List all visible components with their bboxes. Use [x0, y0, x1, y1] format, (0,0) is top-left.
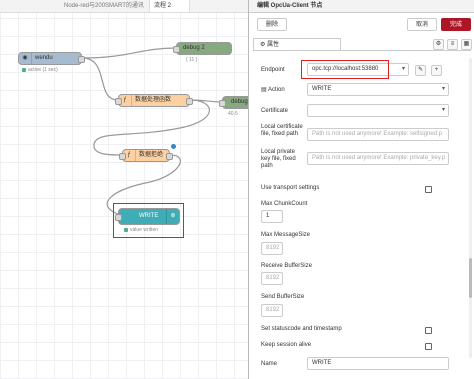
statuscode-checkbox[interactable] [425, 327, 432, 334]
action-label: ▤ Action [261, 87, 285, 93]
description-icon[interactable]: ≡ [447, 39, 458, 50]
function-icon: ƒ [123, 150, 136, 161]
inject-output-port[interactable] [78, 56, 85, 63]
max-chunk-label: Max ChunkCount [261, 201, 308, 207]
tab-properties[interactable]: ⚙ 属性 [253, 38, 341, 50]
function-1-output-port[interactable] [186, 98, 193, 105]
action-select[interactable]: WRITE [307, 83, 449, 96]
send-buf-label: Send BufferSize [261, 294, 305, 300]
add-endpoint-icon[interactable]: + [431, 65, 442, 76]
cancel-button[interactable]: 取消 [407, 18, 438, 31]
edit-tray: 编辑 OpcUa-Client 节点 删除 取消 完成 ⚙ 属性 ⚙ ≡ ▦ E… [248, 0, 474, 379]
debug-2-label: debug 2 [183, 45, 205, 51]
local-cert-label: Local certificate file, fixed path [261, 124, 303, 137]
max-msg-label: Max MessageSize [261, 232, 311, 238]
endpoint-label: Endpoint [261, 67, 285, 73]
certificate-label: Certificate [261, 108, 289, 114]
properties-form: Endpoint opc.tcp://localhost:53880 ✎ + ▤… [249, 52, 474, 379]
recv-buf-input[interactable]: 8192 [261, 272, 283, 285]
recv-buf-label: Receive BufferSize [261, 263, 312, 269]
debug-2-input-port[interactable] [173, 46, 180, 53]
appearance-icon[interactable]: ▦ [461, 39, 472, 50]
certificate-select[interactable] [307, 104, 449, 117]
keep-alive-label: Keep session alive [261, 342, 312, 348]
keep-alive-checkbox[interactable] [425, 343, 432, 350]
transport-checkbox[interactable] [425, 186, 432, 193]
tray-tabs: ⚙ 属性 ⚙ ≡ ▦ [253, 38, 472, 51]
debug-status: 40.5 [228, 111, 238, 117]
inject-status: active (1 sec) [22, 67, 58, 73]
name-label: Name [261, 361, 278, 367]
function-2-output-port[interactable] [166, 153, 173, 160]
local-key-label: Local private key file, fixed path [261, 149, 296, 169]
tray-scrollbar[interactable] [469, 58, 472, 358]
debug-input-port[interactable] [219, 100, 226, 107]
inject-label: wendu [35, 55, 53, 61]
send-buf-input[interactable]: 8192 [261, 304, 283, 317]
debug-node[interactable]: debug [219, 96, 248, 109]
delete-button[interactable]: 删除 [257, 18, 288, 31]
inject-icon: ◉ [19, 53, 32, 64]
function-node-2[interactable]: ƒ 数据拒绝 [119, 149, 173, 162]
tab-properties-label: 属性 [267, 42, 280, 48]
scrollbar-thumb[interactable] [469, 258, 472, 298]
name-input[interactable]: WRITE [307, 357, 449, 370]
edit-endpoint-icon[interactable]: ✎ [415, 65, 426, 76]
function-2-label: 数据拒绝 [139, 152, 164, 158]
endpoint-highlight [301, 60, 389, 79]
transport-label: Use transport settings [261, 185, 320, 191]
inject-node[interactable]: ◉ wendu [18, 52, 85, 65]
changed-indicator [171, 144, 176, 149]
max-chunk-input[interactable]: 1 [261, 210, 283, 223]
function-node-1[interactable]: ƒ 数据处理函数 [115, 94, 193, 107]
settings-icon[interactable]: ⚙ [433, 39, 444, 50]
debug-2-node[interactable]: debug 2 [173, 42, 232, 55]
done-button[interactable]: 完成 [441, 18, 472, 31]
flow-canvas[interactable]: Node-red与200SMART的通讯 流程 2 ◉ wendu active… [0, 0, 248, 379]
inject-status-text: active (1 sec) [28, 67, 58, 73]
local-key-input[interactable]: Path is not used anymore! Example: priva… [307, 152, 449, 165]
local-cert-input[interactable]: Path is not used anymore! Example: selfs… [307, 128, 449, 141]
debug-2-count: { 11 } [186, 57, 198, 63]
action-label-text: Action [268, 87, 285, 93]
debug-label: debug [231, 99, 248, 105]
statuscode-label: Set statuscode and timestamp [261, 326, 342, 332]
function-icon: ƒ [119, 95, 132, 106]
function-1-label: 数据处理函数 [135, 97, 172, 103]
max-msg-input[interactable]: 8192 [261, 242, 283, 255]
write-node-highlight [113, 203, 184, 238]
tray-title: 编辑 OpcUa-Client 节点 [249, 0, 474, 13]
